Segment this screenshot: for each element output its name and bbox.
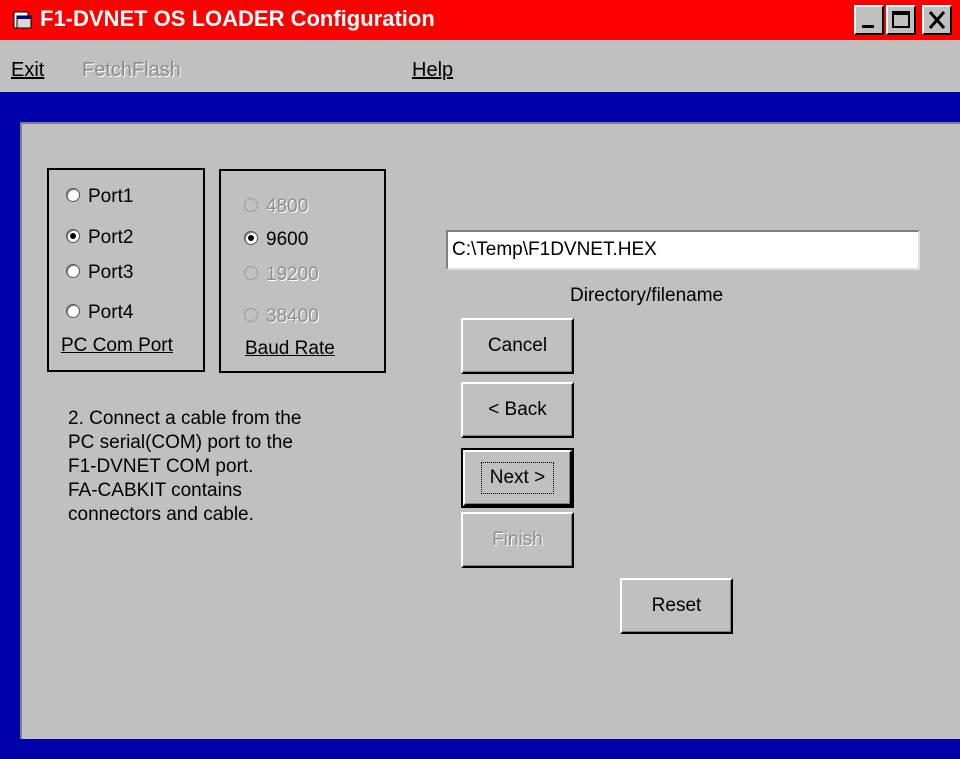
radio-port4-label: Port4 bbox=[88, 302, 134, 323]
radio-port2[interactable]: Port2 bbox=[66, 227, 133, 249]
radio-baud-4800-indicator bbox=[244, 197, 258, 212]
directory-filename-input[interactable] bbox=[446, 230, 920, 270]
menu-exit-label: Exit bbox=[11, 59, 45, 81]
directory-filename-label: Directory/filename bbox=[570, 285, 724, 306]
radio-port1-label: Port1 bbox=[88, 186, 134, 207]
radio-baud-9600[interactable]: 9600 bbox=[244, 229, 308, 251]
radio-baud-9600-label: 9600 bbox=[266, 229, 309, 250]
window-title: F1-DVNET OS LOADER Configuration bbox=[40, 6, 435, 31]
cancel-button[interactable]: Cancel bbox=[461, 318, 574, 374]
close-button[interactable] bbox=[922, 5, 952, 35]
app-icon[interactable] bbox=[12, 10, 32, 30]
back-button[interactable]: < Back bbox=[461, 382, 574, 438]
radio-baud-19200-label: 19200 bbox=[266, 264, 319, 285]
radio-baud-19200: 19200 bbox=[244, 264, 319, 286]
radio-baud-4800: 4800 bbox=[244, 196, 308, 218]
radio-baud-9600-indicator bbox=[244, 230, 258, 245]
radio-port1[interactable]: Port1 bbox=[66, 186, 133, 208]
minimize-button[interactable] bbox=[854, 5, 884, 35]
radio-port4[interactable]: Port4 bbox=[66, 302, 133, 324]
instruction-line: PC serial(COM) port to the bbox=[68, 432, 293, 453]
radio-port1-indicator bbox=[66, 187, 80, 202]
radio-port2-indicator bbox=[66, 228, 80, 243]
menu-help[interactable]: Help bbox=[412, 59, 453, 82]
instruction-line: F1-DVNET COM port. bbox=[68, 456, 254, 477]
radio-baud-38400-indicator bbox=[244, 307, 258, 322]
reset-button[interactable]: Reset bbox=[620, 578, 733, 634]
radio-port4-indicator bbox=[66, 303, 80, 318]
com-port-caption: PC Com Port bbox=[61, 335, 173, 356]
minimize-icon bbox=[862, 25, 874, 28]
baud-rate-caption: Baud Rate bbox=[245, 338, 335, 359]
menu-exit[interactable]: Exit bbox=[11, 59, 44, 82]
next-button-label: Next > bbox=[480, 462, 555, 494]
menu-fetchflash[interactable]: FetchFlash bbox=[82, 59, 181, 82]
instruction-line: FA-CABKIT contains bbox=[68, 480, 242, 501]
radio-port2-label: Port2 bbox=[88, 227, 134, 248]
next-button[interactable]: Next > bbox=[461, 448, 574, 508]
radio-port3[interactable]: Port3 bbox=[66, 262, 133, 284]
radio-baud-38400-label: 38400 bbox=[266, 306, 319, 327]
finish-button: Finish bbox=[461, 512, 574, 568]
instructions-text: 2. Connect a cable from the PC serial(CO… bbox=[68, 407, 368, 527]
instruction-line: connectors and cable. bbox=[68, 504, 254, 525]
menu-help-label: Help bbox=[412, 59, 454, 81]
maximize-icon bbox=[892, 11, 910, 28]
radio-port3-label: Port3 bbox=[88, 262, 134, 283]
radio-port3-indicator bbox=[66, 263, 80, 278]
instruction-line: 2. Connect a cable from the bbox=[68, 408, 302, 429]
close-icon bbox=[928, 11, 946, 29]
radio-baud-38400: 38400 bbox=[244, 306, 319, 328]
radio-baud-19200-indicator bbox=[244, 265, 258, 280]
radio-baud-4800-label: 4800 bbox=[266, 196, 309, 217]
maximize-button[interactable] bbox=[886, 5, 916, 35]
